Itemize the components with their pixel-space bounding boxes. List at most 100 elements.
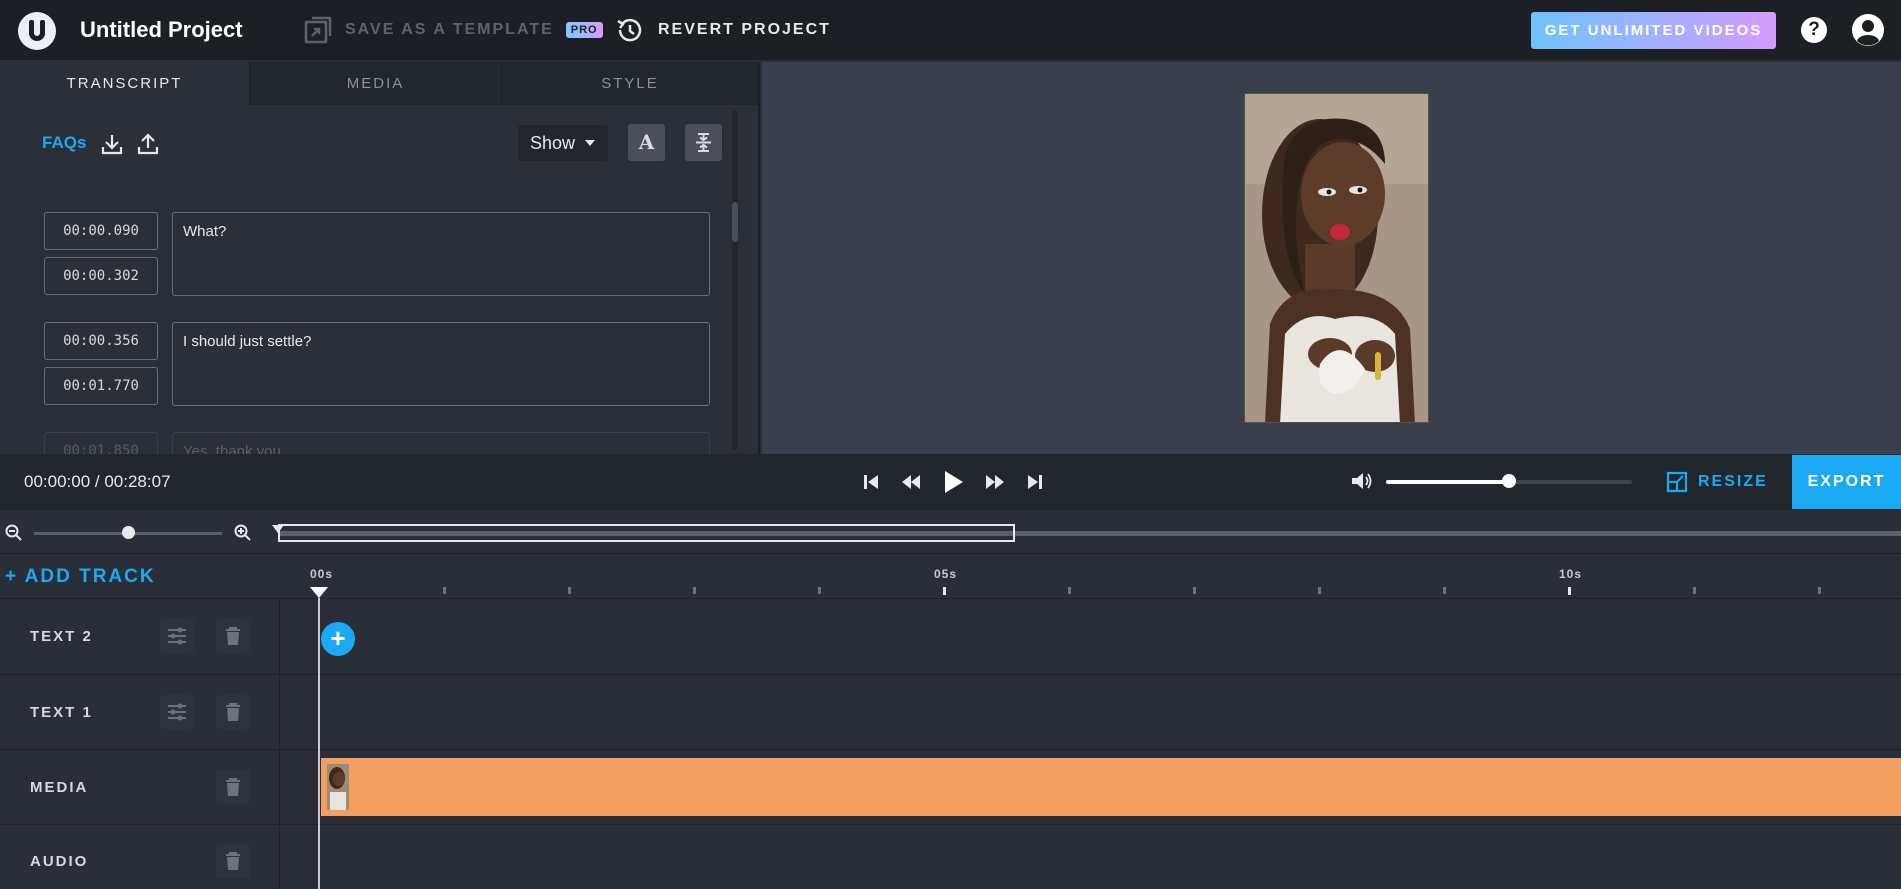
tab-transcript[interactable]: TRANSCRIPT bbox=[0, 62, 250, 105]
clip-thumbnail-image bbox=[327, 764, 349, 810]
scrubber-playhead[interactable] bbox=[272, 525, 284, 533]
resize-button[interactable]: RESIZE bbox=[1666, 471, 1768, 493]
ruler-label: 05s bbox=[934, 567, 958, 581]
ruler-tick bbox=[1568, 587, 1571, 595]
video-frame-image bbox=[1245, 94, 1428, 422]
volume-icon[interactable] bbox=[1350, 470, 1374, 492]
track-header: TEXT 2 bbox=[0, 599, 280, 674]
track-audio: AUDIO bbox=[0, 825, 1901, 889]
transcript-panel: TRANSCRIPT MEDIA STYLE FAQs Show A 00:00… bbox=[0, 62, 760, 454]
skip-to-start-icon[interactable] bbox=[856, 467, 886, 497]
track-settings-button[interactable] bbox=[160, 695, 194, 729]
media-clip[interactable] bbox=[321, 758, 1901, 816]
project-title[interactable]: Untitled Project bbox=[80, 17, 243, 43]
trash-icon bbox=[226, 627, 240, 645]
clip-thumbnail bbox=[327, 764, 349, 810]
caption-text[interactable]: I should just settle? bbox=[172, 322, 710, 406]
add-text-clip-button[interactable]: + bbox=[321, 622, 355, 656]
zoom-knob[interactable] bbox=[122, 526, 135, 539]
ruler-tick bbox=[693, 587, 696, 594]
panel-tabs: TRANSCRIPT MEDIA STYLE bbox=[0, 62, 758, 105]
upload-icon[interactable] bbox=[136, 132, 160, 156]
skip-to-end-icon[interactable] bbox=[1020, 467, 1050, 497]
ruler-label: 10s bbox=[1559, 567, 1583, 581]
save-as-template-label: SAVE AS A TEMPLATE bbox=[345, 21, 554, 38]
track-delete-button[interactable] bbox=[216, 695, 250, 729]
sliders-icon bbox=[168, 627, 186, 645]
show-select-value: Show bbox=[530, 132, 576, 153]
caption-text[interactable]: Yes, thank you. bbox=[172, 432, 710, 454]
show-select[interactable]: Show bbox=[518, 125, 608, 161]
track-delete-button[interactable] bbox=[216, 770, 250, 804]
transport-bar: 00:00:00 / 00:28:07 RESIZE EXPORT bbox=[0, 454, 1901, 510]
faqs-link[interactable]: FAQs bbox=[42, 133, 86, 153]
trash-icon bbox=[226, 778, 240, 796]
ruler-tick bbox=[818, 587, 821, 594]
track-name: TEXT 1 bbox=[30, 704, 93, 721]
download-icon[interactable] bbox=[100, 132, 124, 156]
zoom-out-icon[interactable] bbox=[5, 524, 23, 542]
video-preview bbox=[762, 62, 1901, 454]
align-button[interactable] bbox=[685, 124, 722, 161]
revert-project-label: REVERT PROJECT bbox=[658, 21, 831, 38]
resize-icon bbox=[1666, 471, 1688, 493]
caption-text[interactable]: What? bbox=[172, 212, 710, 296]
zoom-in-icon[interactable] bbox=[234, 524, 252, 542]
ruler-tick bbox=[1443, 587, 1446, 594]
timecode: 00:00:00 / 00:28:07 bbox=[24, 472, 171, 491]
playhead-line bbox=[318, 598, 320, 889]
chevron-down-icon bbox=[585, 140, 596, 146]
ruler-tick bbox=[1693, 587, 1696, 594]
add-track-button[interactable]: + ADD TRACK bbox=[5, 566, 156, 588]
playhead-handle[interactable] bbox=[310, 587, 328, 598]
font-style-button[interactable]: A bbox=[628, 124, 665, 161]
track-header: MEDIA bbox=[0, 750, 280, 824]
track-name: AUDIO bbox=[30, 853, 89, 870]
track-name: MEDIA bbox=[30, 779, 89, 796]
tab-style[interactable]: STYLE bbox=[502, 62, 758, 105]
caption-start-time[interactable]: 00:01.850 bbox=[44, 432, 158, 454]
trash-icon bbox=[226, 852, 240, 870]
revert-project-button[interactable]: REVERT PROJECT bbox=[614, 14, 831, 46]
ruler-tick bbox=[943, 587, 946, 595]
revert-icon bbox=[617, 18, 642, 42]
ruler-tick bbox=[568, 587, 571, 594]
vertical-align-icon bbox=[696, 133, 711, 152]
tab-media[interactable]: MEDIA bbox=[250, 62, 502, 105]
template-icon bbox=[304, 16, 332, 44]
transcript-scroll-thumb[interactable] bbox=[732, 202, 738, 242]
track-delete-button[interactable] bbox=[216, 619, 250, 653]
ruler-tick bbox=[443, 587, 446, 594]
caption-start-time[interactable]: 00:00.090 bbox=[44, 212, 158, 250]
help-icon[interactable]: ? bbox=[1801, 17, 1827, 43]
ruler-label: 00s bbox=[310, 567, 334, 581]
caption-start-time[interactable]: 00:00.356 bbox=[44, 322, 158, 360]
caption-end-time[interactable]: 00:00.302 bbox=[44, 257, 158, 295]
video-frame[interactable] bbox=[1244, 93, 1429, 423]
track-header: AUDIO bbox=[0, 825, 280, 889]
logo-icon[interactable] bbox=[18, 12, 56, 50]
track-text-2: TEXT 2 bbox=[0, 599, 1901, 675]
timeline-zoom-row bbox=[0, 510, 1901, 554]
resize-label: RESIZE bbox=[1698, 473, 1768, 490]
play-icon[interactable] bbox=[937, 467, 967, 497]
get-unlimited-videos-button[interactable]: GET UNLIMITED VIDEOS bbox=[1531, 12, 1776, 49]
volume-fill bbox=[1386, 480, 1509, 484]
rewind-icon[interactable] bbox=[896, 467, 926, 497]
track-text-1: TEXT 1 bbox=[0, 675, 1901, 750]
top-bar: Untitled Project SAVE AS A TEMPLATE PRO … bbox=[0, 0, 1901, 60]
caption-end-time[interactable]: 00:01.770 bbox=[44, 367, 158, 405]
export-button[interactable]: EXPORT bbox=[1792, 455, 1901, 509]
track-delete-button[interactable] bbox=[216, 844, 250, 878]
save-as-template-button[interactable]: SAVE AS A TEMPLATE PRO bbox=[303, 14, 603, 46]
account-icon[interactable] bbox=[1851, 13, 1885, 47]
pro-badge: PRO bbox=[565, 22, 603, 38]
ruler-tick bbox=[1318, 587, 1321, 594]
transcript-scrollbar[interactable] bbox=[732, 110, 738, 450]
sliders-icon bbox=[168, 703, 186, 721]
volume-knob[interactable] bbox=[1502, 474, 1516, 488]
visible-range-window[interactable] bbox=[278, 524, 1015, 542]
fast-forward-icon[interactable] bbox=[980, 467, 1010, 497]
ruler-tick bbox=[1818, 587, 1821, 594]
track-settings-button[interactable] bbox=[160, 619, 194, 653]
